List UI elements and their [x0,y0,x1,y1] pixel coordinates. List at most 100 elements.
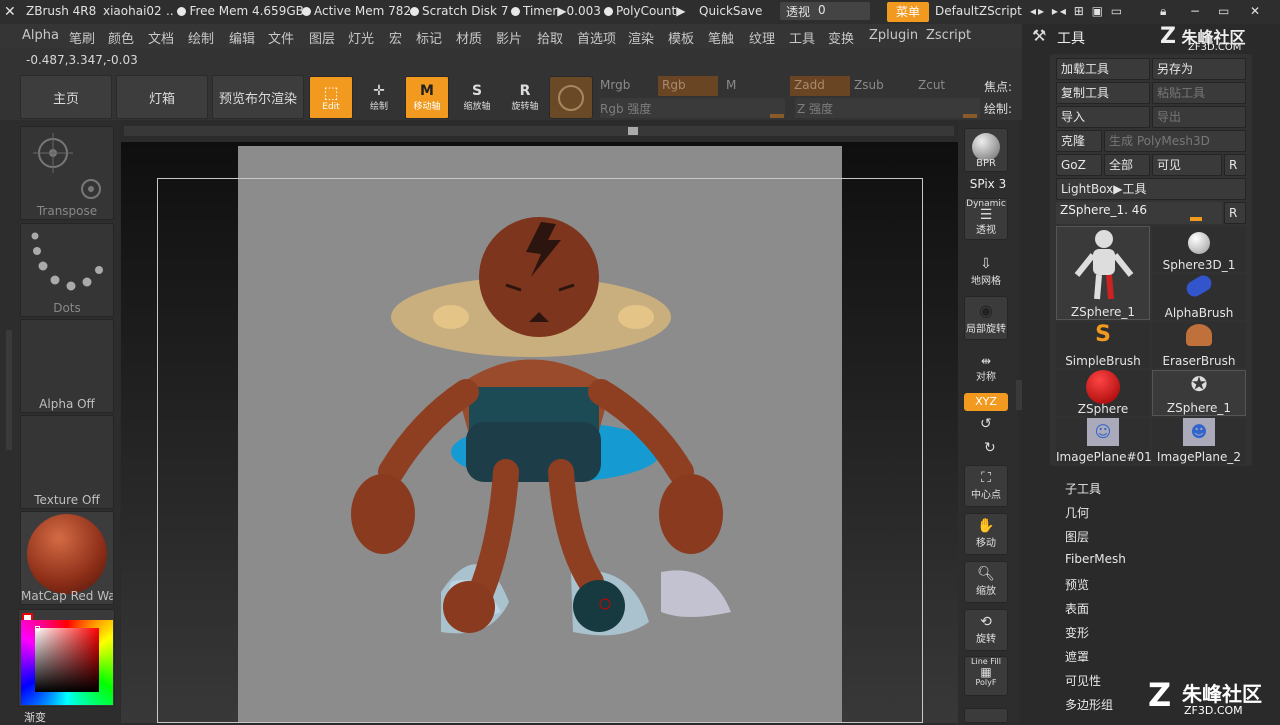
subpalette-subtool[interactable]: 子工具 [1065,480,1101,497]
menu-draw[interactable]: 绘制 [188,28,214,47]
paste-tool-button[interactable]: 粘贴工具 [1152,82,1246,104]
y-axis-rotate-icon[interactable]: ↺ [980,416,992,432]
subpalette-surface[interactable]: 表面 [1065,600,1089,617]
polyframe-button[interactable]: Line Fill ▦ PolyF [964,656,1008,696]
subpalette-deformation[interactable]: 变形 [1065,624,1089,641]
lightbox-button[interactable]: 灯箱 [116,75,208,119]
menu-alpha[interactable]: Alpha [22,28,59,43]
window-icon[interactable]: ▭ [1218,4,1229,18]
menu-brush[interactable]: 笔刷 [69,28,95,47]
canvas-scroll-thumb[interactable] [628,127,638,135]
menu-material[interactable]: 材质 [456,28,482,47]
menu-toggle-button[interactable]: 菜单 [887,2,929,22]
transparency-slider[interactable]: 透视 0 [780,2,870,20]
menu-document[interactable]: 文档 [148,28,174,47]
make-polymesh-button[interactable]: 生成 PolyMesh3D [1104,130,1246,152]
rgb-button[interactable]: Rgb [658,76,718,96]
subpalette-visibility[interactable]: 可见性 [1065,672,1101,689]
menu-stroke[interactable]: 笔触 [708,28,734,47]
subpalette-geometry[interactable]: 几何 [1065,504,1089,521]
goz-all-button[interactable]: 全部 [1104,154,1150,176]
subpalette-masking[interactable]: 遮罩 [1065,648,1089,665]
goz-visible-button[interactable]: 可见 [1152,154,1222,176]
draw-mode-button[interactable]: ✛ 绘制 [357,76,401,119]
spix-slider[interactable]: SPix 3 [964,176,1012,194]
rotate-canvas-button[interactable]: ⟲ 旋转 [964,609,1008,651]
menu-color[interactable]: 颜色 [108,28,134,47]
mrgb-button[interactable]: Mrgb [600,78,630,92]
quicksave-button[interactable]: QuickSave [699,4,762,18]
left-tray-handle[interactable] [6,330,12,450]
menu-movie[interactable]: 影片 [496,28,522,47]
goz-button[interactable]: GoZ [1056,154,1102,176]
clone-button[interactable]: 克隆 [1056,130,1102,152]
subpalette-layers[interactable]: 图层 [1065,528,1089,545]
tool-thumb-zsphere[interactable]: ZSphere [1056,370,1150,416]
menu-macro[interactable]: 宏 [389,28,402,47]
export-button[interactable]: 导出 [1152,106,1246,128]
copy-tool-button[interactable]: 复制工具 [1056,82,1150,104]
move-canvas-button[interactable]: ✋ 移动 [964,513,1008,555]
import-button[interactable]: 导入 [1056,106,1150,128]
tool-thumb-imageplane2[interactable]: ☻ ImagePlane_2 [1152,418,1246,464]
rgb-intensity-slider[interactable]: Rgb 强度 [600,98,785,118]
menu-picker[interactable]: 拾取 [537,28,563,47]
menu-marker[interactable]: 标记 [416,28,442,47]
canvas-scroll-track[interactable] [124,126,954,136]
frame-button[interactable]: ⛶ 中心点 [964,465,1008,507]
zadd-button[interactable]: Zadd [790,76,850,96]
subpalette-fibermesh[interactable]: FiberMesh [1065,552,1126,566]
layout-icons[interactable]: ◂▸ ▸◂ ⊞ ▣ ▭ [1030,4,1124,18]
menu-texture[interactable]: 纹理 [749,28,775,47]
save-as-button[interactable]: 另存为 [1152,58,1246,80]
menu-preferences[interactable]: 首选项 [577,28,616,47]
bpr-button[interactable]: BPR [964,128,1008,172]
lightbox-tool-button[interactable]: LightBox▶工具 [1056,178,1246,200]
menu-tool[interactable]: 工具 [789,28,815,47]
tool-thumb-sphere3d[interactable]: Sphere3D_1 [1152,226,1246,272]
subpalette-preview[interactable]: 预览 [1065,576,1089,593]
menu-render[interactable]: 渲染 [628,28,654,47]
color-picker[interactable] [18,609,115,707]
tool-thumb-zsphere1[interactable]: ZSphere_1 [1056,226,1150,320]
menu-file[interactable]: 文件 [268,28,294,47]
tool-palette-title[interactable]: 工具 [1057,28,1085,48]
close-icon[interactable]: ✕ [1250,4,1260,18]
draw-size-label[interactable]: 绘制: [984,100,1012,117]
minimize-icon[interactable]: − [1190,4,1200,18]
material-sphere-button[interactable] [549,76,593,119]
alpha-panel[interactable]: Alpha Off [20,319,114,413]
xyz-button[interactable]: XYZ [964,393,1008,411]
tool-thumb-eraserbrush[interactable]: EraserBrush [1152,322,1246,368]
zsub-button[interactable]: Zsub [854,78,884,92]
perspective-button[interactable]: Dynamic ☰ 透视 [964,198,1008,240]
rotate-mode-button[interactable]: R 旋转轴 [503,76,547,119]
zoom-canvas-button[interactable]: 🔍︎ 缩放 [964,561,1008,603]
tool-thumb-imageplane01[interactable]: ☺ ImagePlane#01 [1056,418,1152,464]
material-panel[interactable]: MatCap Red Wax [20,511,114,605]
menu-zplugin[interactable]: Zplugin [869,28,918,43]
current-tool-slider[interactable]: ZSphere_1. 46 [1056,202,1222,224]
tool-thumb-zsphere1-small[interactable]: ✪ ZSphere_1 [1152,370,1246,416]
subpalette-polygroups[interactable]: 多边形组 [1065,696,1113,713]
transpose-panel[interactable]: Transpose [20,126,114,220]
bpr-preview-button[interactable]: 预览布尔渲染 [212,75,304,119]
load-tool-button[interactable]: 加载工具 [1056,58,1150,80]
home-button[interactable]: 主页 [20,75,112,119]
document-canvas[interactable] [121,142,958,723]
brush-stroke-panel[interactable]: Dots [20,223,114,317]
goz-r-button[interactable]: R [1224,154,1246,176]
tool-thumb-alphabrush[interactable]: AlphaBrush [1152,272,1246,320]
edit-mode-button[interactable]: ⬚ Edit [309,76,353,119]
scale-mode-button[interactable]: S 缩放轴 [453,76,501,119]
local-symmetry-button[interactable]: ◉ 局部旋转 [964,296,1008,340]
lock-icon[interactable]: 🔒︎ [1160,4,1166,19]
m-button[interactable]: M [726,78,736,92]
menu-edit[interactable]: 编辑 [229,28,255,47]
tool-r-button[interactable]: R [1224,202,1246,224]
menu-layer[interactable]: 图层 [309,28,335,47]
floor-button[interactable]: ⇩ 地网格 [964,246,1008,290]
move-mode-button[interactable]: M 移动轴 [405,76,449,119]
menu-zscript[interactable]: Zscript [926,28,971,43]
menu-light[interactable]: 灯光 [348,28,374,47]
